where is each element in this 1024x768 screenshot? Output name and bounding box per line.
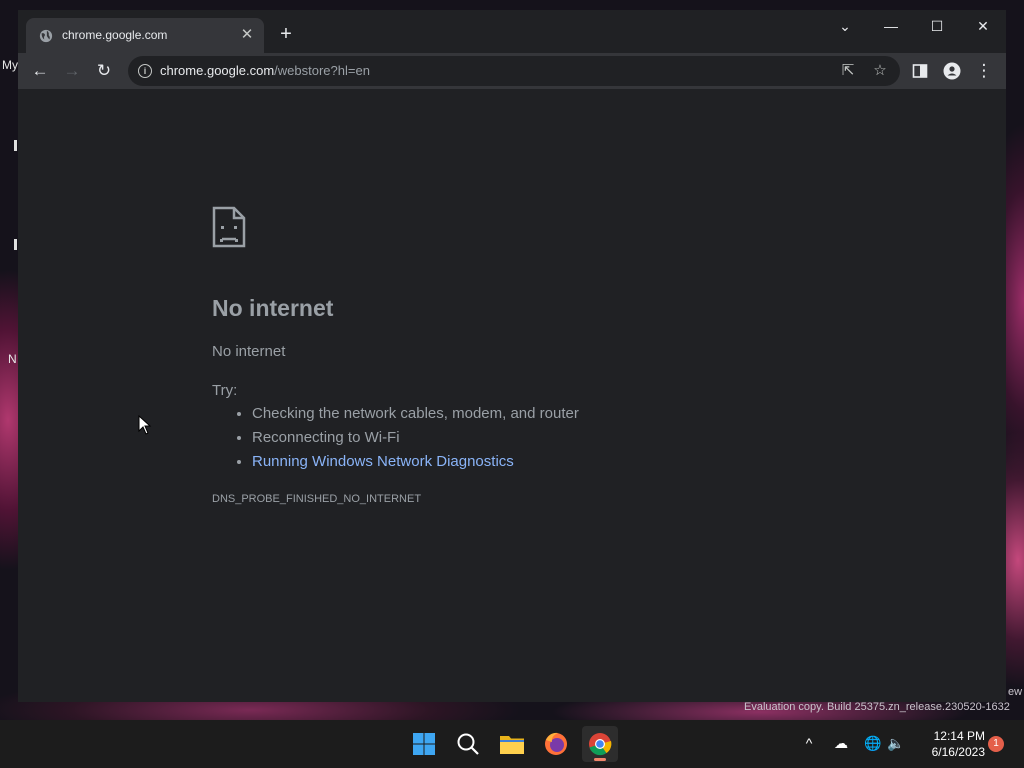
side-panel-icon[interactable] xyxy=(909,61,931,81)
browser-toolbar: ← → ↻ i chrome.google.com/webstore?hl=en… xyxy=(18,53,1006,89)
profile-icon[interactable] xyxy=(941,61,963,81)
file-explorer-icon xyxy=(500,736,524,754)
volume-icon[interactable]: 🔈 xyxy=(886,733,906,753)
show-hidden-icons-chevron-icon[interactable]: ^ xyxy=(799,733,819,753)
suggestion-list: Checking the network cables, modem, and … xyxy=(212,402,579,474)
search-icon xyxy=(457,733,479,755)
search-button[interactable] xyxy=(450,726,486,762)
error-subtitle: No internet xyxy=(212,343,286,360)
try-label: Try: xyxy=(212,382,238,399)
taskbar: ^ ☁ 🌐 🔈 12:14 PM 6/16/2023 1 xyxy=(0,720,1024,768)
reload-button[interactable]: ↻ xyxy=(93,61,115,81)
chrome-button[interactable] xyxy=(582,726,618,762)
close-tab-button[interactable]: ✕ xyxy=(239,27,255,43)
active-app-indicator xyxy=(594,758,606,761)
share-icon[interactable]: ⇱ xyxy=(839,62,857,80)
site-info-icon[interactable]: i xyxy=(138,64,152,78)
list-item: Checking the network cables, modem, and … xyxy=(252,402,579,426)
forward-button[interactable]: → xyxy=(61,61,83,81)
tab-active[interactable]: chrome.google.com ✕ xyxy=(26,18,264,53)
tab-search-button[interactable]: ⌄ xyxy=(830,15,860,37)
network-diagnostics-link[interactable]: Running Windows Network Diagnostics xyxy=(252,453,514,470)
url-text[interactable]: chrome.google.com/webstore?hl=en xyxy=(160,63,370,78)
bookmark-star-icon[interactable]: ☆ xyxy=(871,62,889,80)
close-window-button[interactable]: ✕ xyxy=(968,15,998,37)
desktop-icon-fragment xyxy=(14,239,17,250)
clock[interactable]: 12:14 PM 6/16/2023 xyxy=(915,728,985,760)
desktop-icon-fragment xyxy=(14,140,17,151)
desktop-icon-label: N xyxy=(8,352,17,366)
maximize-button[interactable]: ☐ xyxy=(922,15,952,37)
clock-date: 6/16/2023 xyxy=(931,745,985,759)
error-title: No internet xyxy=(212,295,334,321)
network-globe-icon[interactable]: 🌐 xyxy=(863,733,883,753)
start-button[interactable] xyxy=(406,726,442,762)
minimize-button[interactable]: — xyxy=(876,15,906,37)
menu-kebab-icon[interactable]: ⋮ xyxy=(973,61,995,81)
globe-icon xyxy=(39,29,53,43)
address-bar[interactable]: i chrome.google.com/webstore?hl=en ⇱ ☆ xyxy=(128,56,900,86)
new-tab-button[interactable]: + xyxy=(277,24,295,44)
desktop-icon-label: My xyxy=(2,58,18,72)
mouse-cursor-icon xyxy=(138,415,152,435)
file-explorer-button[interactable] xyxy=(494,726,530,762)
tab-title: chrome.google.com xyxy=(62,28,168,42)
evaluation-watermark: Evaluation copy. Build 25375.zn_release.… xyxy=(744,701,1010,713)
browser-window: chrome.google.com ✕ + ⌄ — ☐ ✕ ← → ↻ i ch… xyxy=(18,10,1006,702)
onedrive-cloud-icon[interactable]: ☁ xyxy=(831,733,851,753)
firefox-icon xyxy=(545,732,567,755)
back-button[interactable]: ← xyxy=(29,61,51,81)
page-content: No internet No internet Try: Checking th… xyxy=(18,89,1006,702)
notification-badge[interactable]: 1 xyxy=(988,736,1004,752)
sad-page-icon xyxy=(212,206,246,248)
list-item: Reconnecting to Wi-Fi xyxy=(252,426,579,450)
error-code: DNS_PROBE_FINISHED_NO_INTERNET xyxy=(212,493,422,505)
firefox-button[interactable] xyxy=(538,726,574,762)
watermark-fragment: ew xyxy=(1008,686,1023,698)
clock-time: 12:14 PM xyxy=(933,729,985,743)
start-icon xyxy=(413,733,435,755)
chrome-icon xyxy=(589,733,612,756)
tab-strip: chrome.google.com ✕ + ⌄ — ☐ ✕ xyxy=(18,10,1006,53)
list-item: Running Windows Network Diagnostics xyxy=(252,450,579,474)
